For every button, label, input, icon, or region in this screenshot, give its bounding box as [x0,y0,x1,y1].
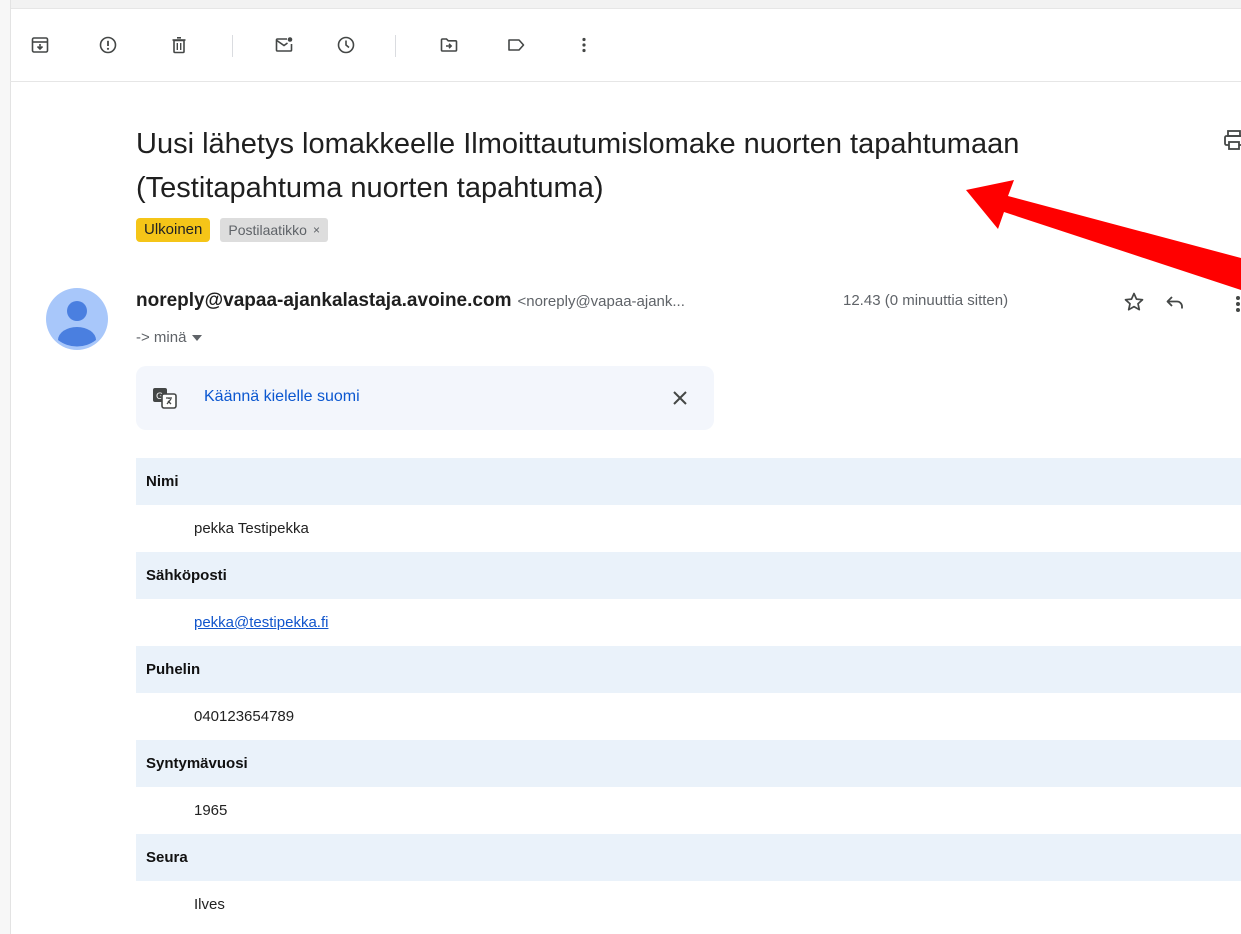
sender-info: noreply@vapaa-ajankalastaja.avoine.com <… [136,290,685,316]
message-toolbar [10,9,1241,82]
chevron-down-icon[interactable] [192,334,203,341]
avatar[interactable] [46,288,108,350]
recipient-line[interactable]: -> minä [136,329,203,346]
field-value-email: pekka@testipekka.fi [136,599,1241,646]
close-icon[interactable] [668,386,692,410]
email-link[interactable]: pekka@testipekka.fi [194,614,328,631]
sender-name[interactable]: noreply@vapaa-ajankalastaja.avoine.com [136,290,511,312]
translate-link[interactable]: Käännä kielelle suomi [204,388,360,406]
star-icon[interactable] [1122,290,1146,314]
email-timestamp: 12.43 (0 minuuttia sitten) [843,292,1009,309]
delete-icon[interactable] [163,29,195,61]
email-subject: Uusi lähetys lomakkeelle Ilmoittautumisl… [136,128,1020,204]
form-submission-table: Nimi pekka Testipekka Sähköposti pekka@t… [136,458,1241,928]
translate-icon: G [152,386,178,410]
label-icon[interactable] [500,29,532,61]
snooze-icon[interactable] [330,29,362,61]
print-icon[interactable] [1222,128,1241,152]
field-value-phone: 040123654789 [136,693,1241,740]
label-external[interactable]: Ulkoinen [136,218,211,242]
move-to-icon[interactable] [433,29,465,61]
mark-unread-icon[interactable] [268,29,300,61]
more-options-icon[interactable] [1230,292,1241,316]
remove-label-icon[interactable]: × [313,223,320,237]
sender-email: <noreply@vapaa-ajank... [517,293,685,310]
toolbar-divider [232,35,233,57]
window-top-edge [0,0,1241,9]
email-labels: Ulkoinen Postilaatikko × [136,218,328,242]
reply-icon[interactable] [1163,290,1187,314]
field-label-birthyear: Syntymävuosi [136,740,1241,787]
recipient-text: -> minä [136,329,187,346]
field-value-club: Ilves [136,881,1241,928]
translate-bar: G Käännä kielelle suomi [136,366,714,430]
field-label-name: Nimi [136,458,1241,505]
toolbar-divider [395,35,396,57]
report-spam-icon[interactable] [92,29,124,61]
field-label-club: Seura [136,834,1241,881]
window-left-edge [0,0,11,934]
field-value-name: pekka Testipekka [136,505,1241,552]
field-label-phone: Puhelin [136,646,1241,693]
field-label-email: Sähköposti [136,552,1241,599]
label-inbox[interactable]: Postilaatikko × [220,218,328,242]
more-vert-icon[interactable] [568,29,600,61]
field-value-birthyear: 1965 [136,787,1241,834]
label-inbox-text: Postilaatikko [228,222,307,238]
archive-icon[interactable] [24,29,56,61]
